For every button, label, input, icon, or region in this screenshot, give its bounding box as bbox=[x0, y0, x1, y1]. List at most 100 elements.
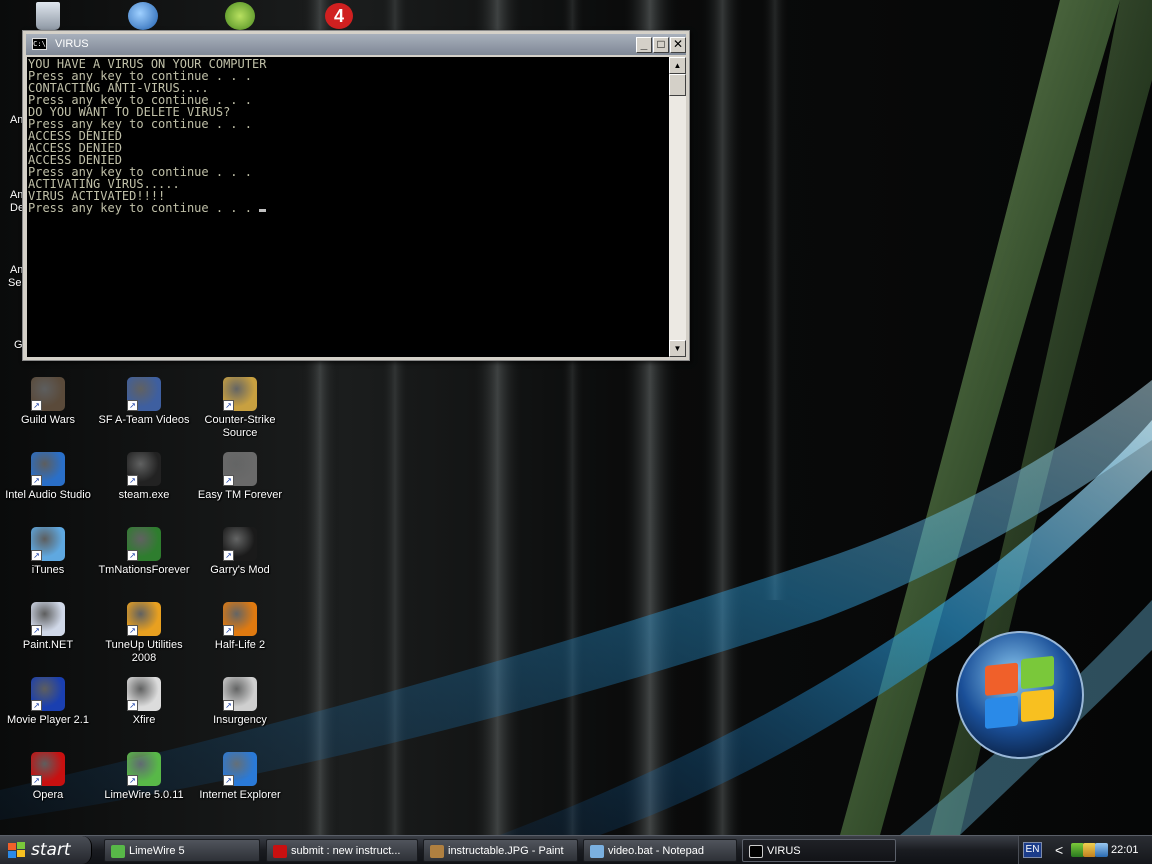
insurgency-icon: ↗ bbox=[223, 677, 257, 711]
desktop-shortcut[interactable]: ↗ LimeWire 5.0.11 bbox=[96, 752, 192, 802]
shortcut-arrow-icon: ↗ bbox=[127, 625, 138, 636]
desktop-shortcut[interactable]: ↗ Internet Explorer bbox=[192, 752, 288, 802]
desktop-shortcut[interactable]: ↗ Half-Life 2 bbox=[192, 602, 288, 652]
shortcut-arrow-icon: ↗ bbox=[223, 775, 234, 786]
desktop-shortcut-label: Paint.NET bbox=[22, 639, 74, 651]
windows-flag-icon bbox=[8, 842, 25, 858]
desktop-shortcut[interactable]: ↗ TmNationsForever bbox=[96, 527, 192, 577]
shortcut-arrow-icon: ↗ bbox=[223, 625, 234, 636]
shortcut-arrow-icon: ↗ bbox=[31, 550, 42, 561]
itunes-icon: ↗ bbox=[31, 527, 65, 561]
taskbar-button[interactable]: instructable.JPG - Paint bbox=[423, 839, 578, 862]
desktop-shortcut-label: TmNationsForever bbox=[98, 564, 190, 576]
limewire-icon: ↗ bbox=[127, 752, 161, 786]
desktop-shortcut[interactable]: ↗ Easy TM Forever bbox=[192, 452, 288, 502]
scroll-up-button[interactable]: ▲ bbox=[669, 57, 686, 74]
internet-explorer-icon: ↗ bbox=[223, 752, 257, 786]
tray-expand-icon[interactable]: < bbox=[1055, 836, 1063, 864]
scroll-thumb[interactable] bbox=[669, 74, 686, 96]
scroll-down-button[interactable]: ▼ bbox=[669, 340, 686, 357]
shortcut-arrow-icon: ↗ bbox=[223, 400, 234, 411]
taskbar-button[interactable]: video.bat - Notepad bbox=[583, 839, 737, 862]
desktop-shortcut-label: Movie Player 2.1 bbox=[7, 714, 89, 726]
shortcut-arrow-icon: ↗ bbox=[223, 475, 234, 486]
desktop-shortcut-label: TuneUp Utilities 2008 bbox=[105, 639, 183, 664]
desktop-shortcut[interactable]: ↗ iTunes bbox=[0, 527, 96, 577]
shortcut-arrow-icon: ↗ bbox=[127, 775, 138, 786]
start-button[interactable]: start bbox=[0, 836, 92, 864]
desktop-shortcut[interactable]: ↗ TuneUp Utilities 2008 bbox=[96, 602, 192, 665]
taskbar-button[interactable]: LimeWire 5 bbox=[104, 839, 260, 862]
limewire-icon bbox=[111, 845, 125, 858]
shortcut-arrow-icon: ↗ bbox=[127, 475, 138, 486]
console-output[interactable]: YOU HAVE A VIRUS ON YOUR COMPUTER Press a… bbox=[27, 57, 669, 357]
taskbar-button-label: video.bat - Notepad bbox=[608, 845, 705, 857]
opera-icon: ↗ bbox=[31, 752, 65, 786]
shortcut-arrow-icon: ↗ bbox=[31, 625, 42, 636]
desktop-shortcut[interactable]: ↗ Movie Player 2.1 bbox=[0, 677, 96, 727]
maximize-button[interactable]: □ bbox=[653, 37, 669, 53]
limewire-icon[interactable] bbox=[225, 2, 255, 30]
garrys-mod-icon: ↗ bbox=[223, 527, 257, 561]
shortcut-arrow-icon: ↗ bbox=[31, 775, 42, 786]
window-title-bar[interactable]: C:\ VIRUS _ □ ✕ bbox=[26, 34, 686, 55]
desktop-shortcut-label: Intel Audio Studio bbox=[5, 489, 91, 501]
console-line: ACCESS DENIED bbox=[28, 130, 669, 142]
desktop-shortcut-label: SF A-Team Videos bbox=[98, 414, 190, 426]
counter-strike-icon: ↗ bbox=[223, 377, 257, 411]
steam-icon: ↗ bbox=[127, 452, 161, 486]
shortcut-arrow-icon: ↗ bbox=[31, 400, 42, 411]
taskbar-button[interactable]: submit : new instruct... bbox=[266, 839, 418, 862]
desktop-shortcut[interactable]: ↗ Opera bbox=[0, 752, 96, 802]
console-line-text: Press any key to continue . . . bbox=[28, 201, 260, 215]
desktop-shortcut[interactable]: ↗ Guild Wars bbox=[0, 377, 96, 427]
security-icon[interactable] bbox=[1095, 843, 1108, 857]
audio-studio-icon: ↗ bbox=[31, 452, 65, 486]
desktop-shortcut[interactable]: ↗ SF A-Team Videos bbox=[96, 377, 192, 427]
taskbar-button[interactable]: VIRUS bbox=[742, 839, 896, 862]
desktop-shortcut-label: Insurgency bbox=[213, 714, 267, 726]
start-label: start bbox=[31, 840, 71, 860]
window-title: VIRUS bbox=[55, 38, 89, 50]
paint-icon bbox=[430, 845, 444, 858]
console-line: Press any key to continue . . . bbox=[28, 118, 669, 130]
shortcut-arrow-icon: ↗ bbox=[127, 400, 138, 411]
desktop-shortcut-label: LimeWire 5.0.11 bbox=[104, 789, 184, 801]
console-line: Press any key to continue . . . bbox=[28, 202, 669, 214]
console-line: ACCESS DENIED bbox=[28, 142, 669, 154]
shortcut-arrow-icon: ↗ bbox=[223, 700, 234, 711]
half-life-icon: ↗ bbox=[223, 602, 257, 636]
shortcut-arrow-icon: ↗ bbox=[31, 475, 42, 486]
tuneup-icon: ↗ bbox=[127, 602, 161, 636]
shortcut-arrow-icon: ↗ bbox=[31, 700, 42, 711]
desktop-shortcut[interactable]: ↗ Counter-Strike Source bbox=[192, 377, 288, 440]
taskbar-button-label: submit : new instruct... bbox=[291, 845, 401, 857]
minimize-button[interactable]: _ bbox=[636, 37, 652, 53]
desktop-shortcut-label: Guild Wars bbox=[21, 414, 75, 426]
console-window[interactable]: C:\ VIRUS _ □ ✕ YOU HAVE A VIRUS ON YOUR… bbox=[22, 30, 690, 361]
desktop-shortcut[interactable]: ↗ Garry's Mod bbox=[192, 527, 288, 577]
xfire-icon: ↗ bbox=[127, 677, 161, 711]
recycle-bin-icon[interactable] bbox=[36, 2, 60, 30]
media-player-icon[interactable] bbox=[128, 2, 158, 30]
desktop-shortcut[interactable]: ↗ steam.exe bbox=[96, 452, 192, 502]
language-indicator[interactable]: EN bbox=[1023, 842, 1042, 858]
desktop-shortcut-label: Internet Explorer bbox=[199, 789, 281, 801]
desktop-shortcut[interactable]: ↗ Intel Audio Studio bbox=[0, 452, 96, 502]
shortcut-arrow-icon: ↗ bbox=[127, 550, 138, 561]
desktop-shortcut-label: Easy TM Forever bbox=[197, 489, 283, 501]
text-cursor bbox=[259, 209, 267, 212]
vertical-scrollbar[interactable]: ▲ ▼ bbox=[669, 57, 686, 357]
desktop-shortcut[interactable]: ↗ Insurgency bbox=[192, 677, 288, 727]
taskbar-button-label: VIRUS bbox=[767, 845, 801, 857]
channel-4-icon[interactable]: 4 bbox=[325, 3, 353, 29]
desktop-shortcut[interactable]: ↗ Paint.NET bbox=[0, 602, 96, 652]
desktop-shortcut[interactable]: ↗ Xfire bbox=[96, 677, 192, 727]
shortcut-arrow-icon: ↗ bbox=[127, 700, 138, 711]
desktop-shortcut-label: Garry's Mod bbox=[210, 564, 270, 576]
console-icon bbox=[749, 845, 763, 858]
folder-video-icon: ↗ bbox=[127, 377, 161, 411]
desktop-shortcut-label: steam.exe bbox=[118, 489, 170, 501]
close-button[interactable]: ✕ bbox=[670, 37, 686, 53]
console-icon[interactable]: C:\ bbox=[32, 38, 47, 50]
